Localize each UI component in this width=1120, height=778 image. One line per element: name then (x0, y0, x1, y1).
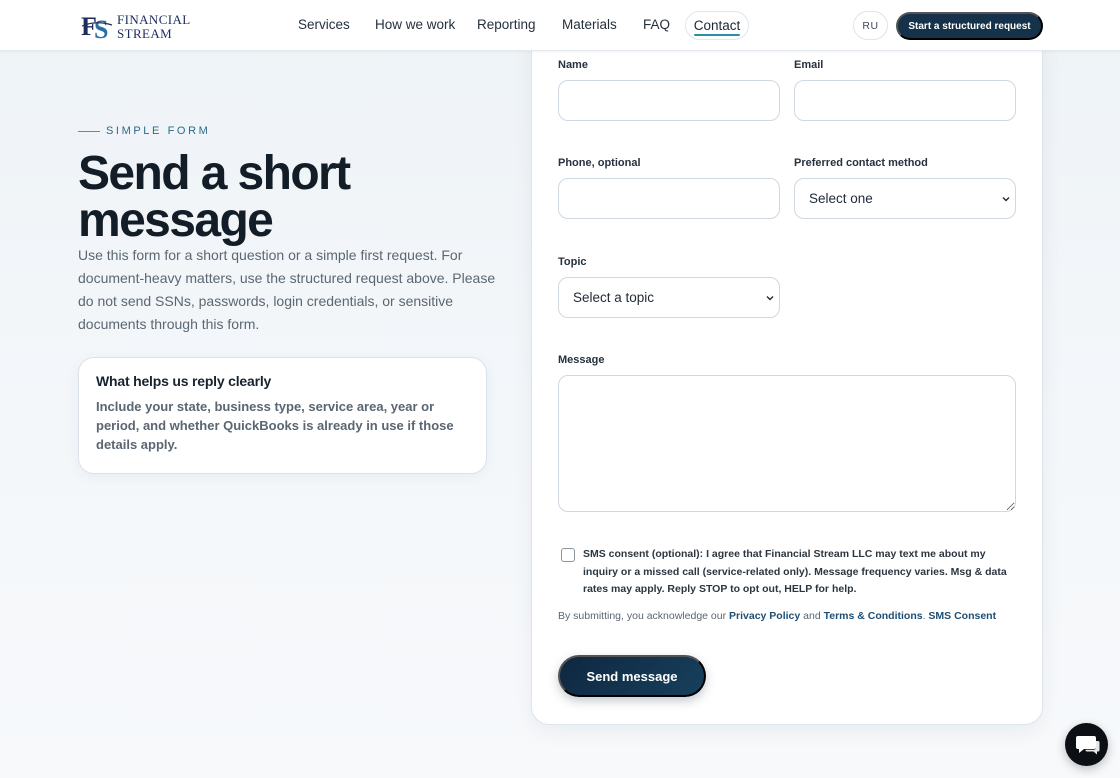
contact-method-label: Preferred contact method (794, 157, 928, 169)
start-structured-request-button[interactable]: Start a structured request (896, 12, 1043, 40)
terms-link[interactable]: Terms & Conditions (824, 610, 923, 622)
phone-label: Phone, optional (558, 157, 641, 169)
chat-bubble-icon (1075, 735, 1099, 754)
chat-widget-button[interactable] (1065, 723, 1108, 766)
legal-notice: By submitting, you acknowledge our Priva… (558, 608, 998, 624)
legal-and: and (800, 610, 824, 622)
nav-faq[interactable]: FAQ (643, 17, 670, 32)
svg-text:S: S (94, 15, 108, 41)
chevron-down-icon (1002, 196, 1010, 201)
sms-consent-link[interactable]: SMS Consent (928, 610, 996, 622)
logo-monogram-icon: F S (81, 12, 113, 41)
page-description: Use this form for a short question or a … (78, 247, 496, 332)
language-switch-button[interactable]: RU (853, 11, 888, 40)
name-input[interactable] (558, 80, 780, 121)
sms-consent-checkbox[interactable] (561, 548, 575, 562)
reply-tips-card: What helps us reply clearly Include your… (78, 357, 487, 474)
phone-input[interactable] (558, 178, 780, 219)
eyebrow-text: SIMPLE FORM (106, 125, 211, 137)
topic-select[interactable]: Select a topic (558, 277, 780, 318)
legal-prefix: By submitting, you acknowledge our (558, 610, 730, 622)
logo[interactable]: F S FINANCIAL STREAM (80, 11, 191, 41)
sms-consent-text: SMS consent (optional): I agree that Fin… (583, 548, 1007, 595)
nav-services[interactable]: Services (298, 17, 350, 32)
nav-materials[interactable]: Materials (562, 17, 617, 32)
send-message-button[interactable]: Send message (558, 655, 706, 697)
site-header: F S FINANCIAL STREAM Services How we wor… (0, 0, 1120, 51)
logo-line-1: FINANCIAL (117, 11, 191, 27)
privacy-policy-link[interactable]: Privacy Policy (729, 610, 800, 622)
email-label: Email (794, 59, 824, 71)
message-label: Message (558, 354, 605, 366)
nav-how-we-work[interactable]: How we work (375, 17, 455, 32)
nav-reporting[interactable]: Reporting (477, 17, 536, 32)
contact-method-select[interactable]: Select one (794, 178, 1016, 219)
reply-tips-body: Include your state, business type, servi… (96, 399, 454, 452)
logo-line-2: STREAM (117, 25, 173, 41)
topic-value: Select a topic (573, 290, 655, 305)
eyebrow: SIMPLE FORM (78, 125, 210, 137)
eyebrow-line (78, 130, 100, 132)
reply-tips-title: What helps us reply clearly (96, 373, 272, 389)
message-textarea[interactable] (558, 375, 1016, 512)
chevron-down-icon (766, 295, 774, 300)
contact-method-value: Select one (809, 191, 873, 206)
topic-label: Topic (558, 256, 587, 268)
nav-contact[interactable]: Contact (685, 11, 749, 40)
email-input[interactable] (794, 80, 1016, 121)
page-title: Send a short message (78, 147, 351, 247)
logo-wordmark: FINANCIAL STREAM (117, 13, 191, 40)
name-label: Name (558, 59, 588, 71)
